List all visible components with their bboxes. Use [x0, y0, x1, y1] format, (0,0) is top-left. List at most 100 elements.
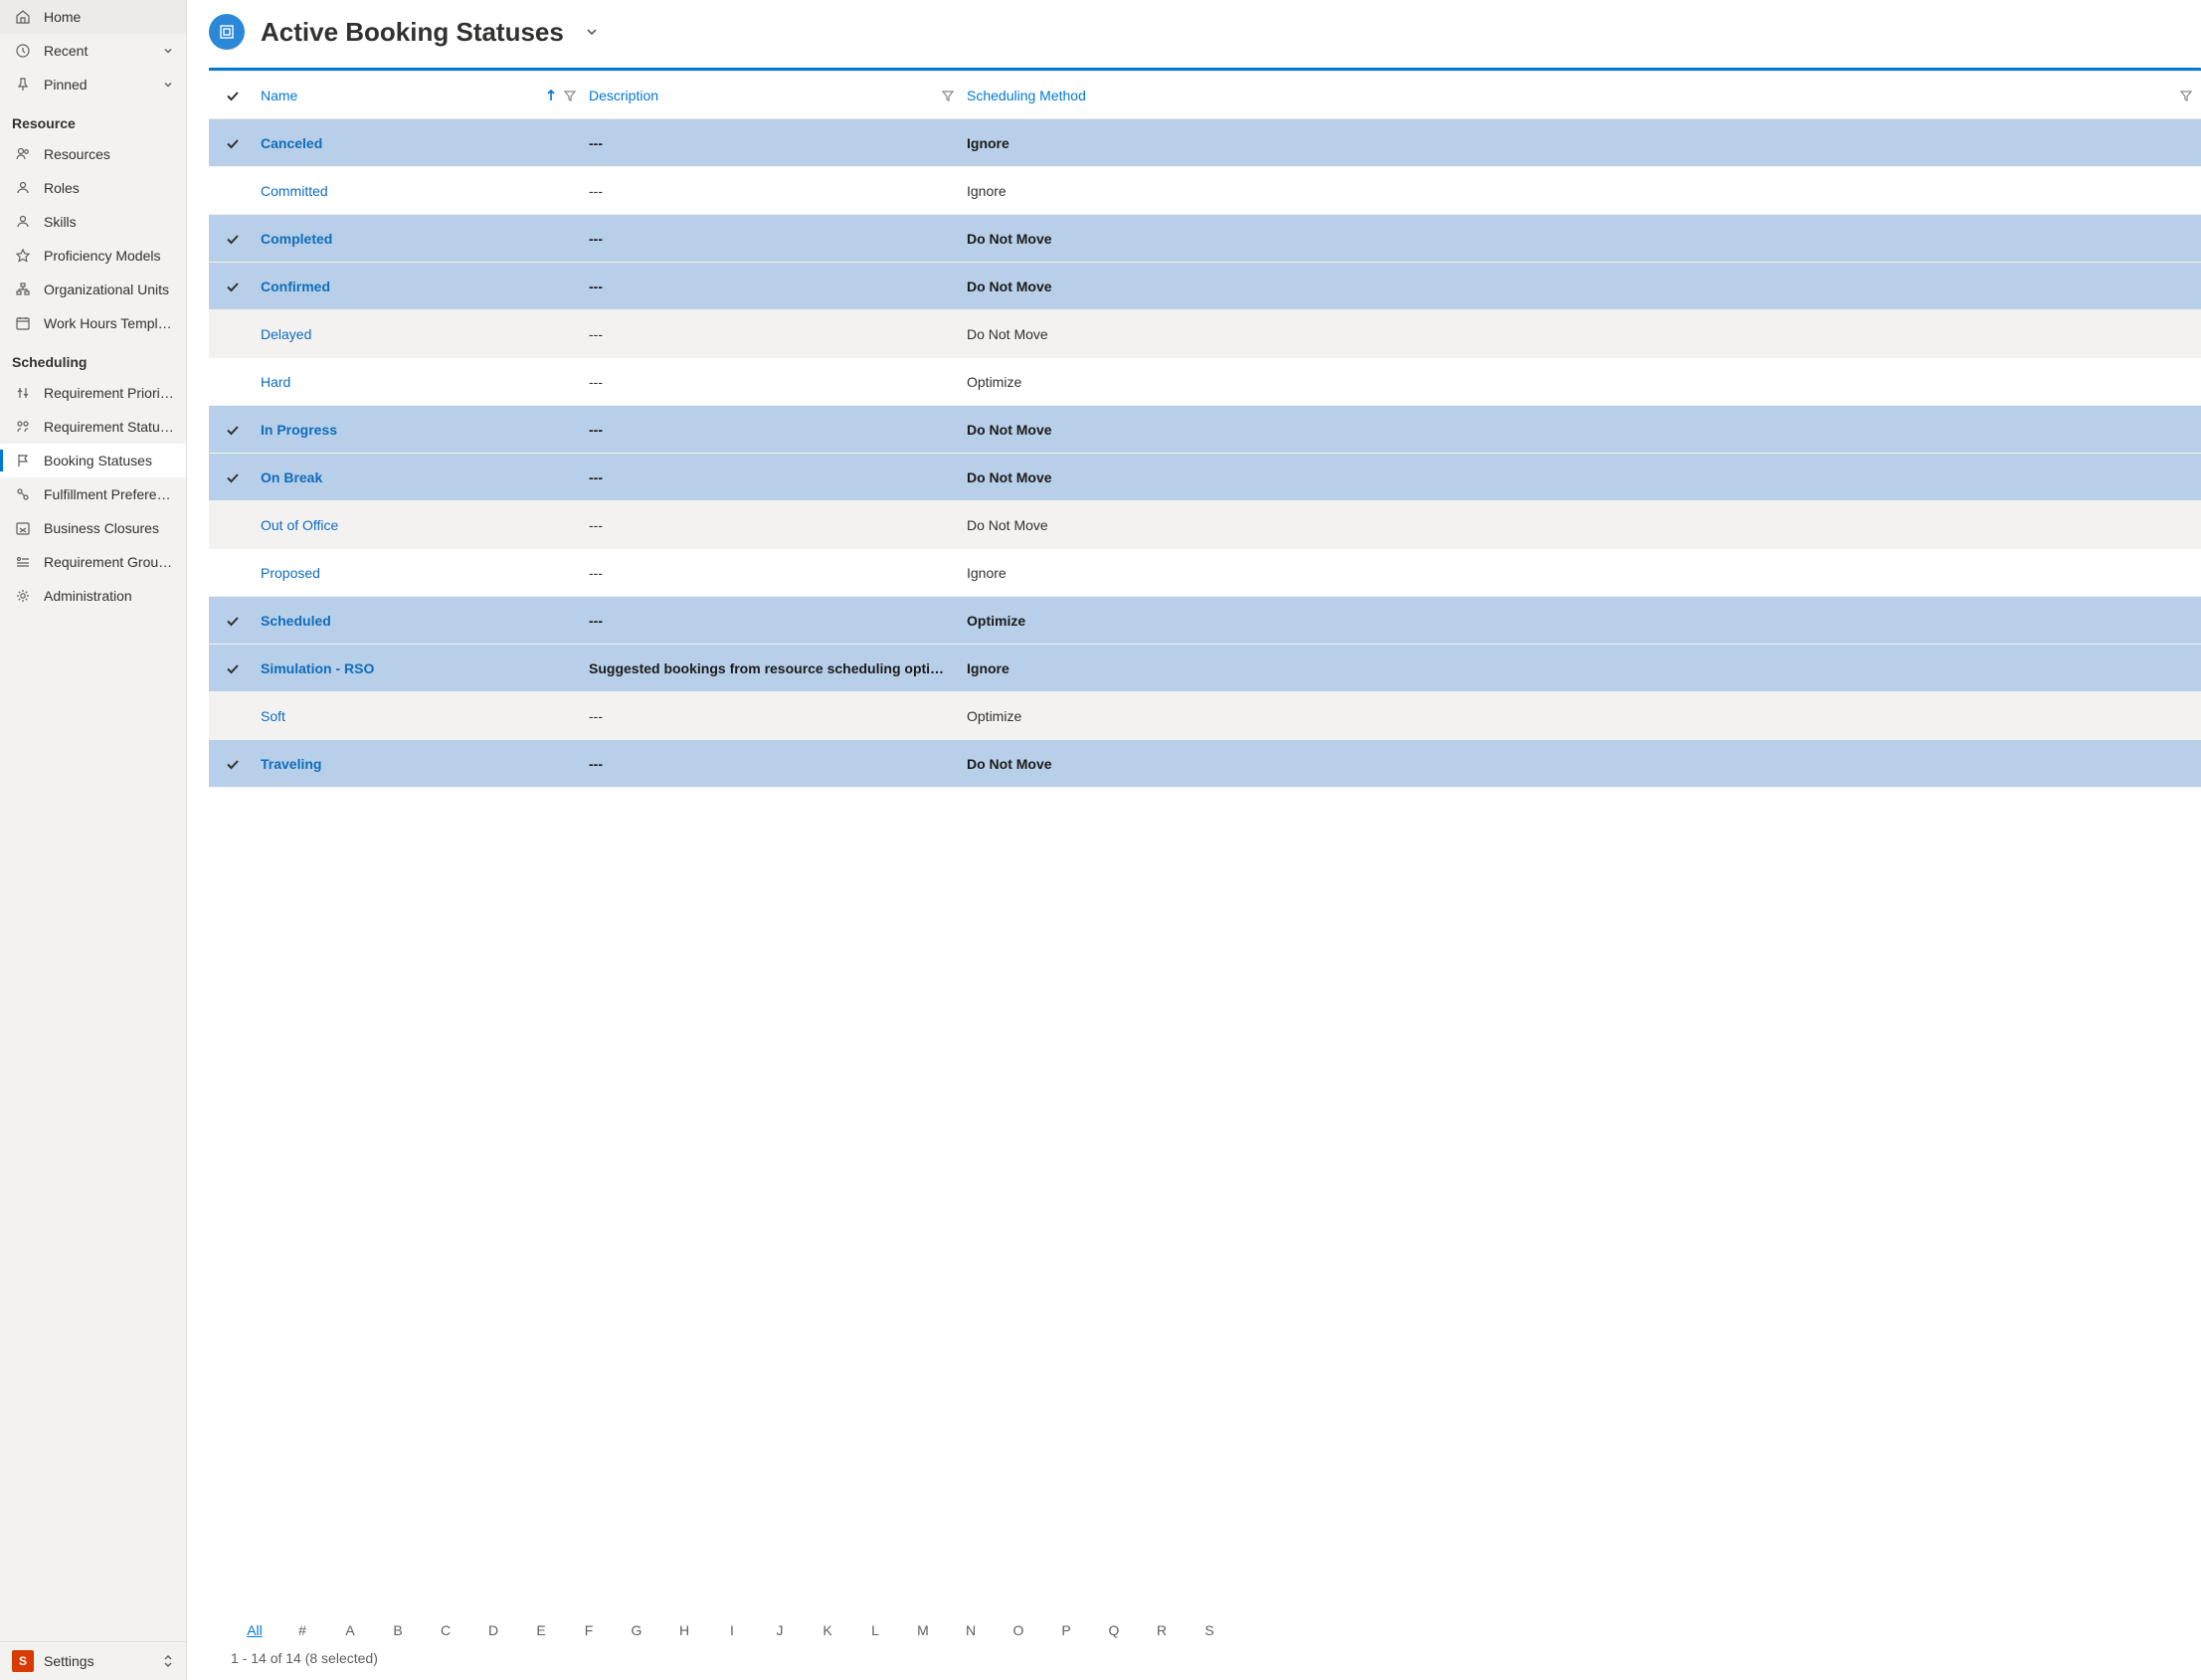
- sidebar-item-requirement-priorities[interactable]: Requirement Priorities: [0, 376, 186, 410]
- view-selector-dropdown[interactable]: [580, 20, 604, 44]
- row-select[interactable]: [209, 660, 257, 676]
- table-row[interactable]: Confirmed---Do Not Move: [209, 263, 2201, 310]
- row-select[interactable]: [209, 708, 257, 724]
- sidebar-item-administration[interactable]: Administration: [0, 579, 186, 613]
- alpha-filter[interactable]: All: [231, 1622, 278, 1638]
- record-link[interactable]: Committed: [261, 183, 328, 199]
- alpha-filter[interactable]: R: [1138, 1622, 1186, 1638]
- row-select[interactable]: [209, 135, 257, 151]
- row-select[interactable]: [209, 183, 257, 199]
- table-row[interactable]: Simulation - RSOSuggested bookings from …: [209, 645, 2201, 692]
- row-select[interactable]: [209, 756, 257, 772]
- table-row[interactable]: Traveling---Do Not Move: [209, 740, 2201, 788]
- cell-scheduling-method: Ignore: [963, 565, 2201, 581]
- cell-description: ---: [585, 135, 963, 151]
- table-row[interactable]: Out of Office---Do Not Move: [209, 501, 2201, 549]
- record-link[interactable]: Completed: [261, 231, 332, 247]
- sidebar-item-fulfillment-preferences[interactable]: Fulfillment Preferences: [0, 477, 186, 511]
- record-link[interactable]: Simulation - RSO: [261, 660, 374, 676]
- alpha-filter[interactable]: P: [1042, 1622, 1090, 1638]
- select-all-column[interactable]: [209, 88, 257, 103]
- sidebar-item-booking-statuses[interactable]: Booking Statuses: [0, 444, 186, 477]
- record-link[interactable]: In Progress: [261, 422, 337, 438]
- alpha-filter[interactable]: #: [278, 1622, 326, 1638]
- record-link[interactable]: Traveling: [261, 756, 321, 772]
- row-select[interactable]: [209, 469, 257, 485]
- record-link[interactable]: Out of Office: [261, 517, 338, 533]
- record-link[interactable]: Confirmed: [261, 279, 330, 294]
- table-row[interactable]: Committed---Ignore: [209, 167, 2201, 215]
- alpha-filter[interactable]: G: [613, 1622, 660, 1638]
- row-select[interactable]: [209, 517, 257, 533]
- alpha-filter[interactable]: F: [565, 1622, 613, 1638]
- cell-scheduling-method: Ignore: [963, 135, 2201, 151]
- alpha-filter[interactable]: S: [1186, 1622, 1233, 1638]
- sidebar-item-resources[interactable]: Resources: [0, 137, 186, 171]
- row-select[interactable]: [209, 279, 257, 294]
- filter-icon[interactable]: [941, 89, 955, 102]
- table-row[interactable]: Canceled ---Ignore: [209, 119, 2201, 167]
- priority-icon: [14, 384, 32, 402]
- table-row[interactable]: Proposed---Ignore: [209, 549, 2201, 597]
- sidebar-item-work-hours-templates[interactable]: Work Hours Templates: [0, 306, 186, 340]
- column-header-name[interactable]: Name: [257, 88, 585, 103]
- alpha-filter[interactable]: A: [326, 1622, 374, 1638]
- row-select[interactable]: [209, 565, 257, 581]
- row-select[interactable]: [209, 231, 257, 247]
- record-link[interactable]: Delayed: [261, 326, 311, 342]
- record-link[interactable]: Canceled: [261, 135, 322, 151]
- sidebar-item-requirement-group[interactable]: Requirement Group ...: [0, 545, 186, 579]
- alpha-filter[interactable]: K: [804, 1622, 851, 1638]
- cell-description: ---: [585, 422, 963, 438]
- sidebar-item-proficiency-models[interactable]: Proficiency Models: [0, 239, 186, 273]
- sidebar-item-pinned[interactable]: Pinned: [0, 68, 186, 101]
- alpha-filter[interactable]: N: [947, 1622, 995, 1638]
- group-list-icon: [14, 553, 32, 571]
- record-link[interactable]: Hard: [261, 374, 290, 390]
- sidebar-area-switcher[interactable]: S Settings: [0, 1641, 186, 1680]
- row-select[interactable]: [209, 326, 257, 342]
- sidebar-item-requirement-statuses[interactable]: Requirement Statuses: [0, 410, 186, 444]
- cell-description: ---: [585, 517, 963, 533]
- row-select[interactable]: [209, 422, 257, 438]
- row-select[interactable]: [209, 613, 257, 629]
- sidebar-item-recent[interactable]: Recent: [0, 34, 186, 68]
- sidebar-item-org-units[interactable]: Organizational Units: [0, 273, 186, 306]
- alpha-filter[interactable]: E: [517, 1622, 565, 1638]
- table-row[interactable]: In Progress---Do Not Move: [209, 406, 2201, 454]
- alpha-filter[interactable]: Q: [1090, 1622, 1138, 1638]
- table-row[interactable]: Scheduled---Optimize: [209, 597, 2201, 645]
- alpha-filter[interactable]: D: [469, 1622, 517, 1638]
- cell-name: On Break: [257, 469, 585, 485]
- alpha-filter[interactable]: L: [851, 1622, 899, 1638]
- alpha-filter[interactable]: B: [374, 1622, 422, 1638]
- column-header-scheduling-method[interactable]: Scheduling Method: [963, 88, 2201, 103]
- table-row[interactable]: Hard---Optimize: [209, 358, 2201, 406]
- record-link[interactable]: On Break: [261, 469, 322, 485]
- closure-icon: [14, 519, 32, 537]
- row-select[interactable]: [209, 374, 257, 390]
- table-row[interactable]: Soft---Optimize: [209, 692, 2201, 740]
- alpha-filter[interactable]: I: [708, 1622, 756, 1638]
- filter-icon[interactable]: [563, 89, 577, 102]
- record-link[interactable]: Scheduled: [261, 613, 331, 629]
- sidebar-item-business-closures[interactable]: Business Closures: [0, 511, 186, 545]
- cell-scheduling-method: Optimize: [963, 613, 2201, 629]
- table-row[interactable]: Completed---Do Not Move: [209, 215, 2201, 263]
- column-header-description[interactable]: Description: [585, 88, 963, 103]
- alpha-filter[interactable]: H: [660, 1622, 708, 1638]
- area-badge: S: [12, 1650, 34, 1672]
- alpha-filter[interactable]: M: [899, 1622, 947, 1638]
- alpha-filter[interactable]: J: [756, 1622, 804, 1638]
- sidebar-item-roles[interactable]: Roles: [0, 171, 186, 205]
- alpha-filter[interactable]: C: [422, 1622, 469, 1638]
- sidebar-item-home[interactable]: Home: [0, 0, 186, 34]
- table-row[interactable]: Delayed---Do Not Move: [209, 310, 2201, 358]
- alpha-filter[interactable]: O: [995, 1622, 1042, 1638]
- record-link[interactable]: Proposed: [261, 565, 320, 581]
- record-link[interactable]: Soft: [261, 708, 285, 724]
- sidebar-item-skills[interactable]: Skills: [0, 205, 186, 239]
- filter-icon[interactable]: [2179, 89, 2193, 102]
- sidebar-item-label: Resources: [44, 146, 174, 162]
- table-row[interactable]: On Break---Do Not Move: [209, 454, 2201, 501]
